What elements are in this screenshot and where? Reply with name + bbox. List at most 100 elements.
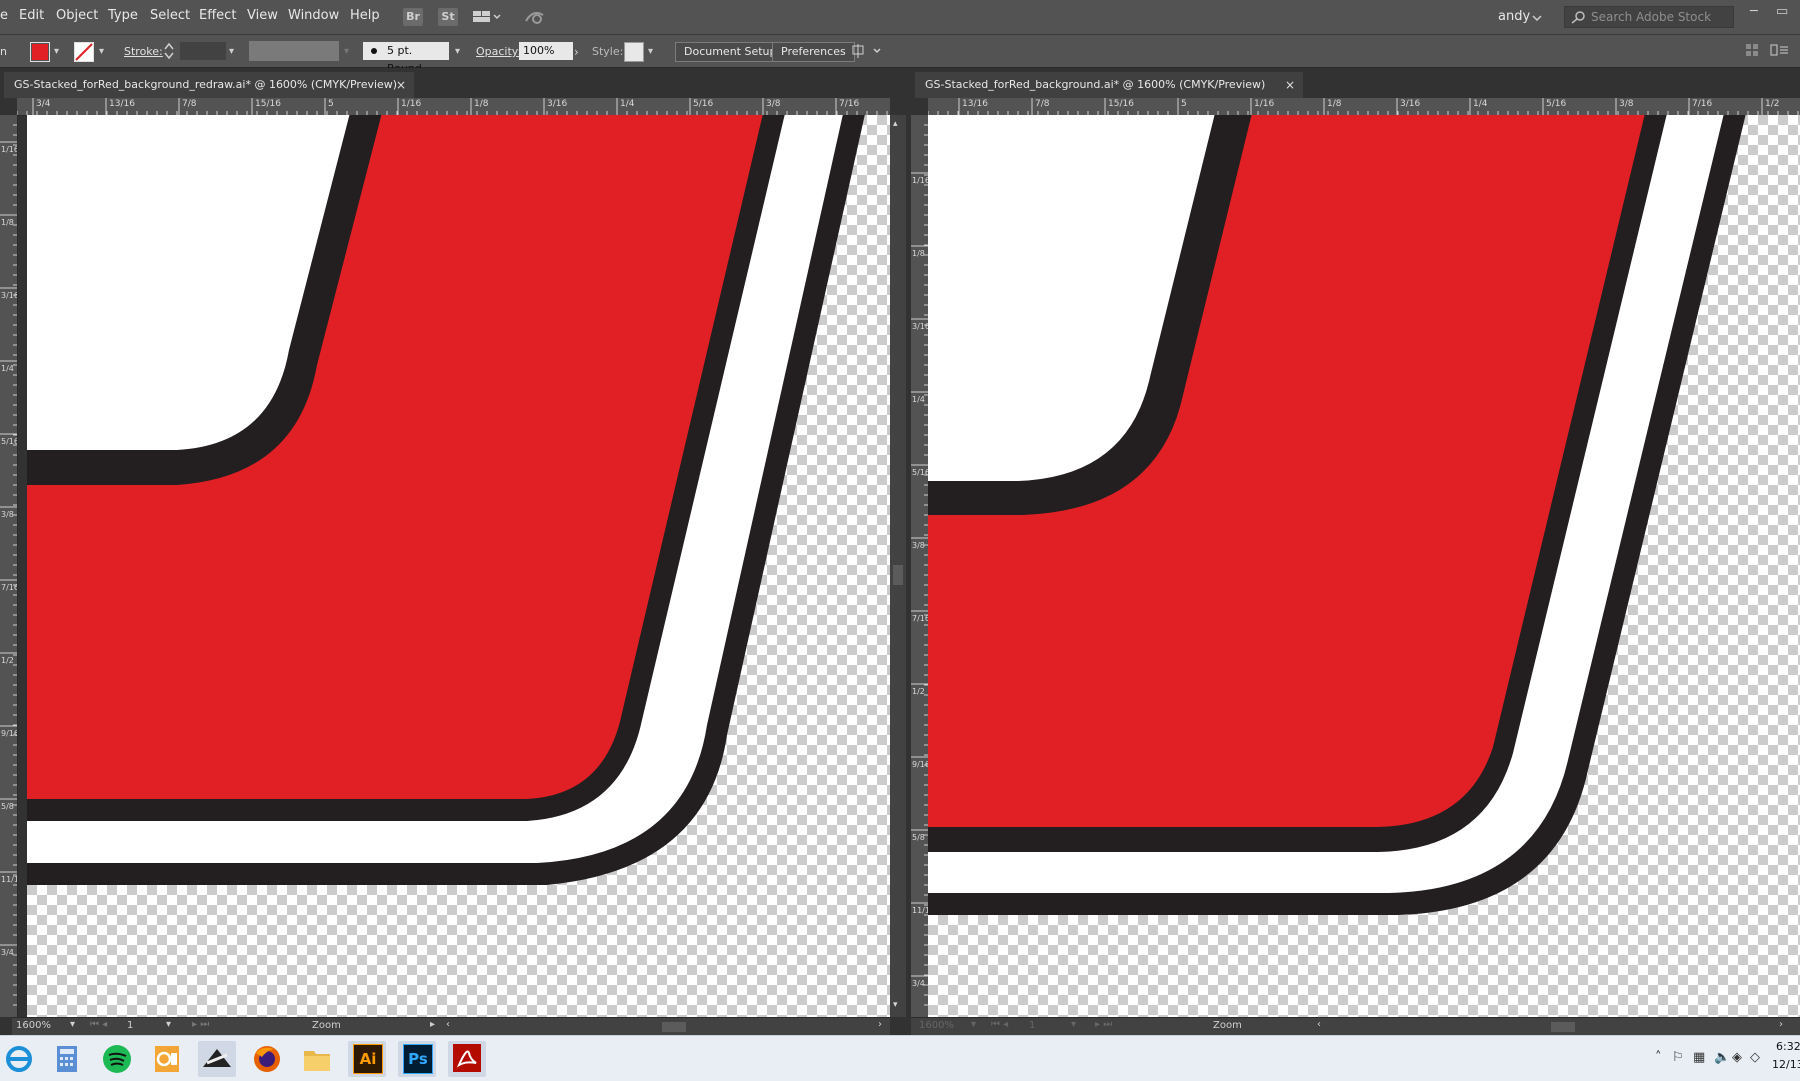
chevron-down-icon[interactable]: ▾	[229, 46, 234, 57]
menu-select[interactable]: Select	[150, 8, 190, 23]
file-explorer-icon[interactable]	[298, 1041, 336, 1077]
document-tab-original[interactable]: GS-Stacked_forRed_background.ai* @ 1600%…	[915, 72, 1303, 98]
chevron-down-icon[interactable]: ▾	[648, 46, 653, 57]
menu-effect[interactable]: Effect	[199, 8, 236, 23]
adobe-stock-search-input[interactable]: Search Adobe Stock	[1564, 6, 1734, 28]
horizontal-scroll-thumb[interactable]	[1551, 1022, 1575, 1032]
artboard-number-field[interactable]: 1	[1029, 1020, 1035, 1031]
stock-button[interactable]: St	[438, 8, 458, 26]
close-icon[interactable]: ×	[1285, 72, 1295, 98]
last-artboard-icon[interactable]: ▸ ⏭	[192, 1019, 209, 1030]
illustrator-label: Ai	[353, 1044, 383, 1074]
menu-view[interactable]: View	[247, 8, 278, 23]
horizontal-ruler[interactable]: 3/4 13/16 7/8 15/16 5 1/16 1/8 3/16 1/4 …	[17, 98, 890, 116]
document-window-original: GS-Stacked_forRed_background.ai* @ 1600%…	[911, 68, 1800, 1036]
gpu-performance-icon[interactable]	[523, 7, 547, 30]
scroll-right-icon[interactable]: ›	[878, 1019, 882, 1030]
status-text[interactable]: Zoom	[1213, 1020, 1242, 1031]
dropbox-icon[interactable]: ◈	[1732, 1050, 1742, 1065]
tray-app-icon[interactable]: ◇	[1750, 1050, 1760, 1065]
chevron-down-icon[interactable]: ▾	[971, 1019, 976, 1030]
scroll-left-icon[interactable]: ‹	[446, 1019, 450, 1030]
chevron-down-icon[interactable]: ▾	[70, 1019, 75, 1030]
inkscape-icon[interactable]	[198, 1041, 236, 1077]
vertical-ruler[interactable]: 1/16 1/8 3/16 1/4 5/16 3/8 7/16 1/2 9/16…	[911, 115, 929, 1017]
search-icon	[1571, 10, 1587, 27]
last-artboard-icon[interactable]: ▸ ⏭	[1095, 1019, 1112, 1030]
document-window-redraw: GS-Stacked_forRed_background_redraw.ai* …	[0, 68, 906, 1036]
zoom-level-field[interactable]: 1600%	[919, 1020, 954, 1031]
artboard-number-field[interactable]: 1	[127, 1020, 133, 1031]
stroke-swatch[interactable]	[74, 42, 94, 62]
chevron-right-icon[interactable]: ›	[574, 45, 579, 59]
menu-object[interactable]: Object	[56, 8, 98, 23]
chevron-down-icon[interactable]: ▾	[455, 46, 460, 57]
internet-explorer-icon[interactable]	[0, 1041, 38, 1077]
photoshop-icon[interactable]: Ps	[398, 1041, 436, 1077]
firefox-icon[interactable]	[248, 1041, 286, 1077]
stroke-label[interactable]: Stroke:	[124, 45, 163, 58]
menu-type[interactable]: Type	[108, 8, 138, 23]
action-center-flag-icon[interactable]: ⚐	[1672, 1050, 1684, 1065]
status-text[interactable]: Zoom	[312, 1020, 341, 1031]
document-tab-bar: GS-Stacked_forRed_background.ai* @ 1600%…	[911, 68, 1800, 98]
opacity-label[interactable]: Opacity:	[476, 45, 521, 58]
bridge-button[interactable]: Br	[403, 8, 423, 26]
horizontal-ruler[interactable]: 13/16 7/8 15/16 5 1/16 1/8 3/16 1/4 5/16…	[928, 98, 1800, 116]
scroll-left-icon[interactable]: ‹	[1317, 1019, 1321, 1030]
close-icon[interactable]: ×	[396, 72, 406, 98]
panel-menu-icon[interactable]	[1770, 43, 1790, 60]
artboard-canvas[interactable]	[928, 115, 1800, 1017]
menu-help[interactable]: Help	[350, 8, 380, 23]
illustrator-icon[interactable]: Ai	[348, 1041, 386, 1077]
chevron-down-icon[interactable]: ▾	[54, 46, 59, 57]
volume-icon[interactable]: 🔈	[1714, 1050, 1730, 1065]
spotify-icon[interactable]	[98, 1041, 136, 1077]
menu-edit[interactable]: Edit	[19, 8, 44, 23]
chevron-down-icon[interactable]	[1532, 11, 1542, 25]
first-artboard-icon[interactable]: ⏮ ◂	[90, 1019, 107, 1030]
scroll-thumb[interactable]	[893, 565, 903, 585]
clock-time[interactable]: 6:32	[1776, 1040, 1800, 1053]
acrobat-icon[interactable]	[448, 1041, 486, 1077]
opacity-input[interactable]: 100%	[519, 42, 573, 60]
scroll-up-icon[interactable]: ▴	[893, 119, 898, 129]
chevron-down-icon[interactable]: ▾	[166, 1019, 171, 1030]
document-setup-button[interactable]: Document Setup	[675, 42, 786, 62]
arrange-documents-icon[interactable]	[473, 9, 501, 28]
scroll-right-icon[interactable]: ›	[1779, 1019, 1783, 1030]
horizontal-scroll-thumb[interactable]	[662, 1022, 686, 1032]
chevron-down-icon[interactable]: ▾	[99, 46, 104, 57]
artboard-canvas[interactable]	[27, 115, 890, 1017]
ruler-label: 1/8	[474, 99, 489, 109]
vertical-scrollbar[interactable]: ▴ ▾	[890, 115, 906, 1017]
show-hidden-icons-icon[interactable]: ˄	[1655, 1050, 1662, 1065]
outlook-icon[interactable]	[148, 1041, 186, 1077]
first-artboard-icon[interactable]: ⏮ ◂	[991, 1019, 1008, 1030]
calculator-icon[interactable]	[48, 1041, 86, 1077]
panel-layout-icon[interactable]	[1745, 43, 1759, 60]
scroll-down-icon[interactable]: ▾	[893, 1000, 898, 1010]
stroke-weight-stepper[interactable]	[164, 41, 174, 64]
menu-window[interactable]: Window	[288, 8, 339, 23]
vertical-ruler[interactable]: 1/16 1/8 3/16 1/4 5/16 3/8 7/16 1/2 9/16…	[0, 115, 18, 1017]
fill-swatch[interactable]	[30, 42, 50, 62]
brush-definition-dropdown[interactable]: 5 pt. Round	[363, 42, 449, 75]
chevron-down-icon[interactable]: ▾	[1071, 1019, 1076, 1030]
clock-date[interactable]: 12/13	[1772, 1058, 1800, 1071]
zoom-level-field[interactable]: 1600%	[16, 1020, 51, 1031]
align-icon[interactable]	[852, 43, 882, 62]
user-account-name[interactable]: andy	[1498, 9, 1530, 24]
stroke-weight-input[interactable]	[180, 42, 226, 60]
maximize-icon[interactable]: ▭	[1776, 4, 1788, 19]
chevron-right-icon[interactable]: ▸	[430, 1019, 435, 1030]
network-icon[interactable]: ▦	[1693, 1050, 1705, 1065]
preferences-button[interactable]: Preferences	[772, 42, 855, 62]
variable-width-profile[interactable]	[249, 41, 339, 61]
minimize-icon[interactable]: ─	[1750, 4, 1758, 19]
ruler-label: 1/4	[1, 364, 14, 373]
document-tab-redraw[interactable]: GS-Stacked_forRed_background_redraw.ai* …	[4, 72, 414, 98]
graphic-style-swatch[interactable]	[624, 42, 644, 62]
ruler-label: 3/8	[1, 510, 14, 519]
menu-file[interactable]: e	[0, 8, 8, 23]
